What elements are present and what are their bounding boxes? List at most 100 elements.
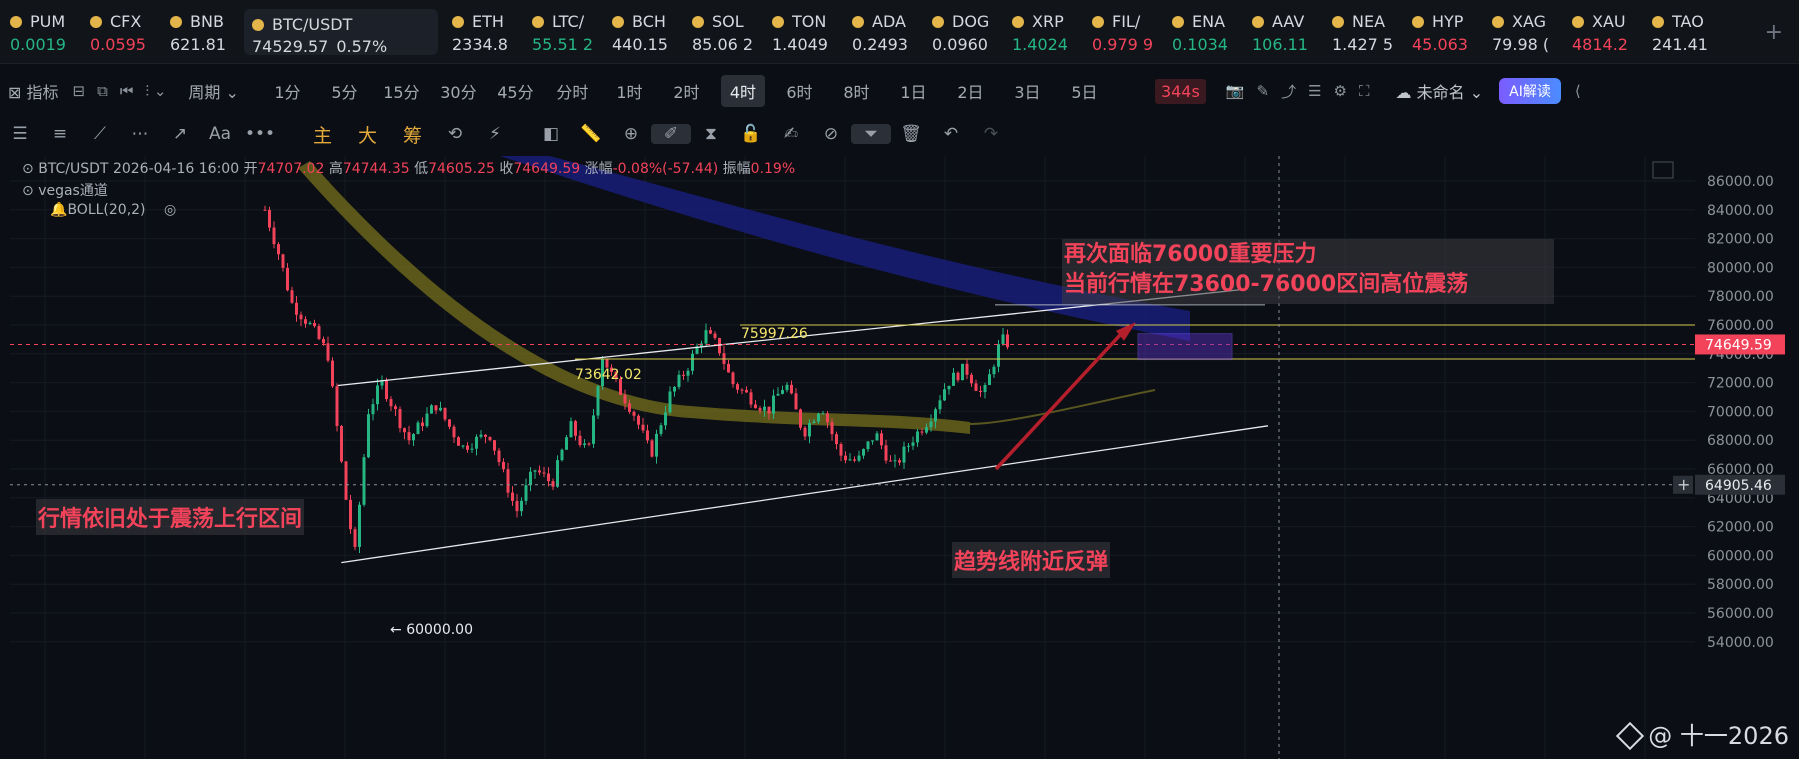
ticker-price-value: 440.15 xyxy=(612,35,668,54)
ticker-item-9[interactable]: ADA 0.2493 xyxy=(842,0,922,63)
indicator-legend-vegas[interactable]: ⊙ vegas通道 xyxy=(22,180,108,200)
ticker-symbol: NEA xyxy=(1352,12,1386,31)
candle-body xyxy=(376,385,379,405)
lines-icon[interactable]: ≡ xyxy=(40,124,80,144)
ticker-item-10[interactable]: DOG 0.0960 xyxy=(922,0,1002,63)
ticker-item-8[interactable]: TON 1.4049 xyxy=(762,0,842,63)
trendline-icon[interactable]: ⟋ xyxy=(80,124,120,144)
ticker-item-17[interactable]: XAG 79.98 ( xyxy=(1482,0,1562,63)
more-icon[interactable]: ••• xyxy=(240,124,280,144)
brush-icon[interactable]: ⚡ xyxy=(475,124,515,144)
list-icon[interactable]: ☰ xyxy=(1302,78,1327,104)
ticker-item-0[interactable]: PUM 0.0019 xyxy=(0,0,80,63)
interval-14[interactable]: 5日 xyxy=(1056,75,1113,107)
period-dropdown[interactable]: 周期 ⌄ xyxy=(180,75,247,107)
price-tick: 68000.00 xyxy=(1707,433,1774,449)
interval-13[interactable]: 3日 xyxy=(999,75,1056,107)
layout-name-dropdown[interactable]: ☁ 未命名 ⌄ xyxy=(1396,79,1484,103)
pattern-icon[interactable]: ⧗ xyxy=(691,124,731,144)
eye-off-icon[interactable]: ◎ xyxy=(164,202,176,218)
candle-body xyxy=(700,343,703,347)
interval-0[interactable]: 1分 xyxy=(259,75,316,107)
trendline-lower xyxy=(341,425,1269,564)
redo-icon[interactable]: ↷ xyxy=(971,124,1011,144)
ticker-item-7[interactable]: SOL 85.06 2 xyxy=(682,0,762,63)
draw-mode-icon[interactable]: ✐ xyxy=(651,124,691,144)
filter-icon[interactable]: ⏷ xyxy=(851,124,891,144)
indicators-button[interactable]: ⊠ 指标 xyxy=(0,75,67,107)
candle-body xyxy=(731,372,735,385)
channel-icon[interactable]: ⋯ xyxy=(120,124,160,144)
alert-icon[interactable]: ⤴ xyxy=(1275,77,1302,106)
ray-icon[interactable]: ↗ xyxy=(160,124,200,144)
interval-5[interactable]: 分时 xyxy=(544,75,601,107)
chip-distribution-toggle[interactable]: 筹 xyxy=(390,121,435,148)
edit-icon[interactable]: ✍ xyxy=(771,124,811,144)
candle-body xyxy=(412,434,415,441)
candle-type-icon[interactable]: ⫶ ⌄ xyxy=(139,78,172,104)
candle-body xyxy=(965,363,969,375)
undo-icon[interactable]: ↶ xyxy=(931,124,971,144)
interval-8[interactable]: 4时 xyxy=(720,75,765,107)
ticker-item-18[interactable]: XAU 4814.2 xyxy=(1562,0,1642,63)
interval-7[interactable]: 2时 xyxy=(658,75,715,107)
ticker-item-16[interactable]: HYP 45.063 xyxy=(1402,0,1482,63)
collapse-icon[interactable]: ⊙ xyxy=(22,183,34,199)
interval-11[interactable]: 1日 xyxy=(885,75,942,107)
ai-analysis-button[interactable]: AI解读 xyxy=(1499,78,1561,104)
ticker-item-6[interactable]: BCH 440.15 xyxy=(602,0,682,63)
auto-icon[interactable]: ⟲ xyxy=(435,124,475,144)
zoom-icon[interactable]: ⊕ xyxy=(611,124,651,144)
interval-6[interactable]: 1时 xyxy=(601,75,658,107)
main-chart-toggle[interactable]: 主 xyxy=(300,121,345,148)
ticker-item-15[interactable]: NEA 1.427 5 xyxy=(1322,0,1402,63)
ticker-item-11[interactable]: XRP 1.4024 xyxy=(1002,0,1082,63)
compare-icon[interactable]: ⧉ xyxy=(91,78,114,104)
pencil-icon[interactable]: ✎ xyxy=(1251,78,1276,104)
ticker-item-14[interactable]: AAV 106.11 xyxy=(1242,0,1322,63)
ticker-symbol: BNB xyxy=(190,12,224,31)
text-tool-icon[interactable]: Aa xyxy=(200,124,240,144)
candle-body xyxy=(835,434,838,445)
ticker-item-5[interactable]: LTC/55.51 2 xyxy=(522,0,602,63)
interval-10[interactable]: 8时 xyxy=(828,75,885,107)
candle-body xyxy=(682,374,685,376)
interval-12[interactable]: 2日 xyxy=(942,75,999,107)
interval-1[interactable]: 5分 xyxy=(316,75,373,107)
candle-body xyxy=(533,470,537,472)
magnet-icon[interactable]: ⊘ xyxy=(811,124,851,144)
price-axis[interactable]: 86000.00 84000.00 82000.00 80000.00 78000.00… xyxy=(1695,156,1799,759)
ticker-price-value: 0.979 9 xyxy=(1092,35,1154,54)
settings-icon[interactable]: ⚙ xyxy=(1328,78,1353,104)
candle-body xyxy=(844,455,847,461)
menu-icon[interactable]: ☰ xyxy=(0,124,40,144)
lock-icon[interactable]: 🔓 xyxy=(731,124,771,144)
large-order-toggle[interactable]: 大 xyxy=(345,121,390,148)
interval-9[interactable]: 6时 xyxy=(771,75,828,107)
ticker-item-4[interactable]: ETH 2334.8 xyxy=(442,0,522,63)
ticker-item-1[interactable]: CFX 0.0595 xyxy=(80,0,160,63)
ticker-item-3[interactable]: BTC/USDT 74529.57 0.57% xyxy=(244,9,438,55)
ruler-icon[interactable]: 📏 xyxy=(571,124,611,144)
plus-icon[interactable]: + xyxy=(1765,20,1783,45)
interval-3[interactable]: 30分 xyxy=(430,75,487,107)
collapse-icon[interactable]: ⊙ xyxy=(22,161,34,177)
indicator-legend-boll[interactable]: 🔔BOLL(20,2) ◎ xyxy=(50,202,176,218)
template-icon[interactable]: ⊟ xyxy=(67,78,92,104)
ticker-item-2[interactable]: BNB 621.81 xyxy=(160,0,240,63)
candle-body xyxy=(673,386,676,392)
candle-body xyxy=(745,389,748,393)
share-icon[interactable]: ⟨ xyxy=(1569,78,1587,104)
camera-icon[interactable]: 📷 xyxy=(1220,78,1251,104)
fullscreen-icon[interactable]: ⛶ xyxy=(1353,78,1376,104)
ticker-item-12[interactable]: FIL/0.979 9 xyxy=(1082,0,1162,63)
ticker-item-19[interactable]: TAO 241.41 xyxy=(1642,0,1722,63)
replay-icon[interactable]: ⏮ xyxy=(114,78,140,104)
interval-2[interactable]: 15分 xyxy=(373,75,430,107)
ticker-item-13[interactable]: ENA 0.1034 xyxy=(1162,0,1242,63)
interval-4[interactable]: 45分 xyxy=(487,75,544,107)
ticker-symbol: BTC/USDT xyxy=(272,15,353,34)
shapes-icon[interactable]: ◧ xyxy=(531,124,571,144)
candle-body xyxy=(583,443,586,446)
trash-icon[interactable]: 🗑 xyxy=(891,124,931,144)
